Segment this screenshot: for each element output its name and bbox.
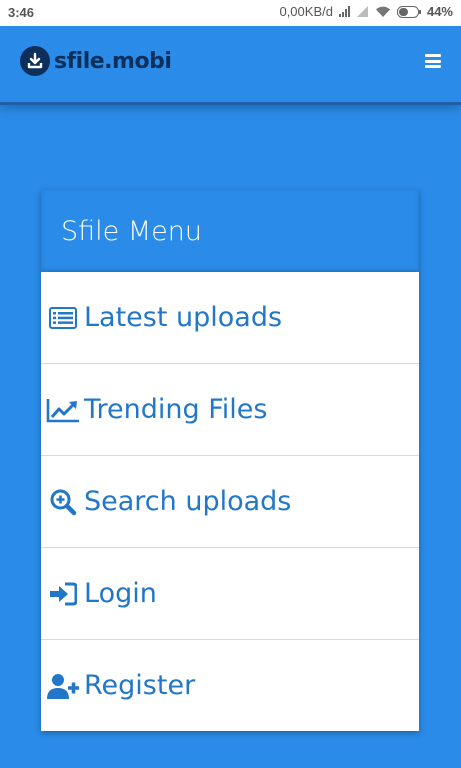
signal-icon [338,6,351,17]
menu-item-trending-files[interactable]: Trending Files [41,364,419,456]
menu-item-label: Login [84,578,157,609]
add-user-icon [46,671,80,701]
app-header: sfile.mobi [0,26,461,102]
wifi-icon [375,6,391,18]
menu-title: Sfile Menu [41,190,419,272]
menu-item-label: Latest uploads [84,302,283,333]
menu-item-register[interactable]: Register [41,640,419,731]
sfile-menu-card: Sfile Menu Latest uploads Trending Files [41,190,419,731]
signal-weak-icon [356,6,369,17]
hamburger-icon[interactable] [425,54,441,68]
logo-text: sfile.mobi [54,48,172,74]
trending-chart-icon [46,395,80,425]
menu-item-label: Search uploads [84,486,292,517]
bottom-strip [41,755,419,768]
download-icon [20,46,50,76]
sign-in-icon [46,579,80,609]
network-speed: 0,00KB/d [279,4,333,19]
status-time: 3:46 [8,5,35,20]
battery-icon [396,5,421,18]
battery-percent: 44% [426,4,453,19]
status-bar: 3:46 0,00KB/d 44% [0,0,461,26]
menu-item-latest-uploads[interactable]: Latest uploads [41,272,419,364]
menu-item-login[interactable]: Login [41,548,419,640]
logo[interactable]: sfile.mobi [20,46,172,76]
menu-item-label: Register [84,670,196,701]
menu-item-search-uploads[interactable]: Search uploads [41,456,419,548]
status-indicators: 0,00KB/d 44% [279,4,453,19]
menu-item-label: Trending Files [84,394,268,425]
list-icon [46,303,80,333]
search-plus-icon [46,487,80,517]
